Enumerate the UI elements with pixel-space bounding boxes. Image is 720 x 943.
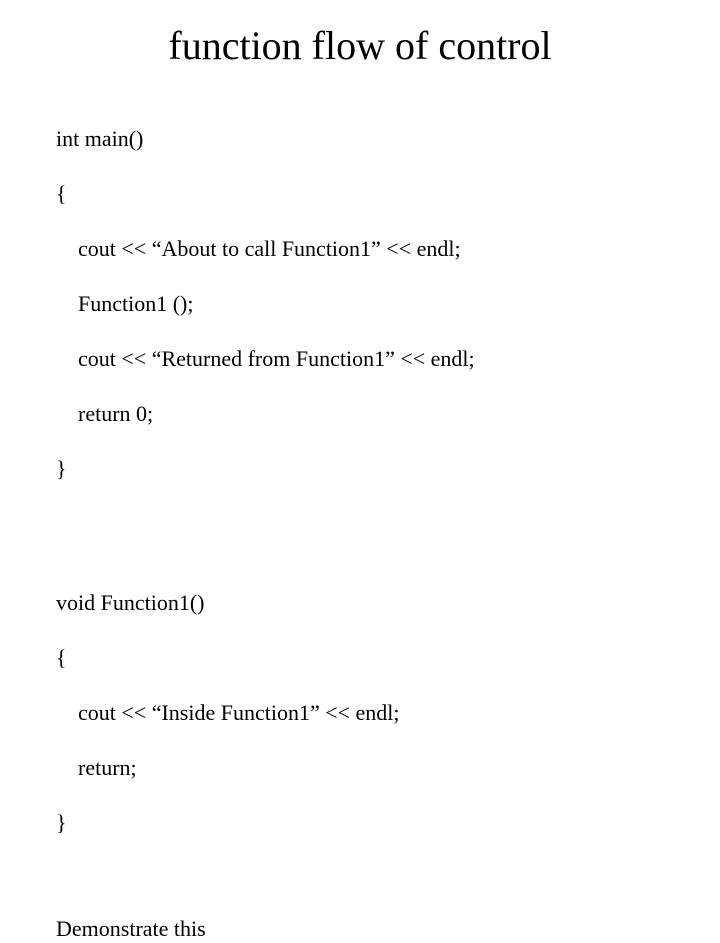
- code-line: Function1 ();: [56, 290, 664, 318]
- code-line: cout << “Inside Function1” << endl;: [56, 699, 664, 727]
- code-line: {: [56, 644, 664, 672]
- code-line: cout << “Returned from Function1” << end…: [56, 345, 664, 373]
- code-line: }: [56, 809, 664, 837]
- code-line: return;: [56, 754, 664, 782]
- code-line: void Function1(): [56, 589, 664, 617]
- code-main: int main() { cout << “About to call Func…: [56, 97, 664, 537]
- code-function1: void Function1() { cout << “Inside Funct…: [56, 561, 664, 891]
- spacer: [56, 537, 664, 561]
- slide: function flow of control int main() { co…: [0, 0, 720, 540]
- footer-text: Demonstrate this: [56, 915, 664, 943]
- code-line: int main(): [56, 125, 664, 153]
- code-line: cout << “About to call Function1” << end…: [56, 235, 664, 263]
- spacer: [56, 891, 664, 915]
- code-line: return 0;: [56, 400, 664, 428]
- page-title: function flow of control: [56, 22, 664, 69]
- code-line: }: [56, 455, 664, 483]
- code-line: {: [56, 180, 664, 208]
